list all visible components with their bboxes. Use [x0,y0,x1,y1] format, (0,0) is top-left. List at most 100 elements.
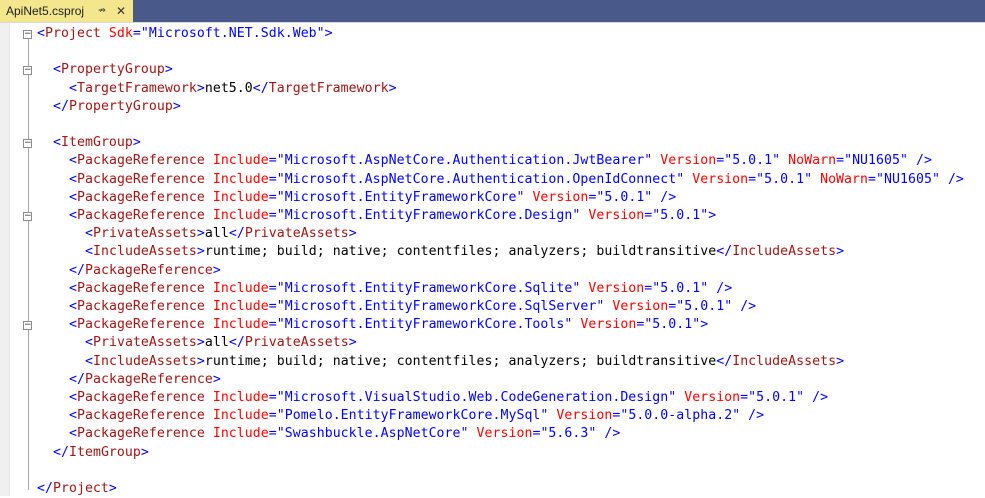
code-token-attr: Include [204,208,269,223]
code-token-attr: Version [580,280,645,296]
code-token-punc: /> [740,408,765,424]
code-token-punc: < [69,408,77,424]
code-token-val: "Microsoft.EntityFrameworkCore.Tools" [276,317,573,333]
code-token-attr: Version [468,426,533,442]
code-token-val: "5.0.1" [652,280,709,296]
code-line[interactable]: </PropertyGroup> [53,98,181,116]
code-token-punc: < [85,353,93,369]
code-editor[interactable]: − − − − − <Project Sdk="Microsoft.NET.Sdk.We… [0,22,985,498]
code-token-tag: PackageReference [77,208,205,223]
code-token-tag: IncludeAssets [732,244,837,260]
code-token-val: "Pomelo.EntityFrameworkCore.MySql" [276,408,549,424]
selection-margin [0,23,10,496]
document-tab-strip: ApiNet5.csproj ⇏ ✕ [0,0,985,22]
code-line[interactable]: <PackageReference Include="Microsoft.Ent… [69,207,716,225]
code-token-punc: > [196,244,205,260]
code-token-punc: = [716,153,725,169]
code-token-punc: > [108,481,117,496]
code-token-txt: net5.0 [204,80,253,96]
code-line[interactable]: <PackageReference Include="Microsoft.Ent… [69,316,708,334]
code-token-tag: PrivateAssets [93,335,197,351]
code-token-punc: </ [252,80,269,96]
code-token-val: "5.0.1" [596,189,653,205]
code-token-punc: /> [804,390,829,405]
code-token-val: "Microsoft.AspNetCore.Authentication.Ope… [276,171,685,187]
code-token-punc: > [196,80,205,96]
code-line[interactable]: <ItemGroup> [53,134,141,152]
code-token-punc: /> [908,153,932,169]
code-line[interactable]: <Project Sdk="Microsoft.NET.Sdk.Web"> [37,25,333,43]
code-token-punc: = [132,26,141,41]
code-token-tag: Project [45,26,101,41]
code-token-txt: all [204,335,229,351]
pin-icon[interactable]: ⇏ [96,5,108,17]
code-token-punc: /> [596,426,621,442]
code-token-txt: runtime; build; native; contentfiles; an… [204,244,717,260]
code-line[interactable]: </PackageReference> [69,262,221,280]
code-token-punc: > [196,335,205,351]
code-token-tag: TargetFramework [268,80,389,96]
collapse-icon[interactable]: − [23,212,32,221]
close-icon[interactable]: ✕ [114,4,128,18]
code-line[interactable]: <PrivateAssets>all</PrivateAssets> [85,334,357,352]
code-line[interactable]: <PackageReference Include="Swashbuckle.A… [69,425,620,443]
code-token-punc: > [132,135,141,151]
code-token-punc: /> [708,280,733,296]
code-token-attr: Sdk [100,26,133,41]
collapse-icon[interactable]: − [23,66,32,76]
code-line[interactable]: <PackageReference Include="Microsoft.Asp… [69,152,932,170]
code-token-val: "5.0.1" [756,171,813,187]
code-token-attr: Include [204,408,269,424]
code-token-tag: PackageReference [84,371,213,387]
collapse-icon[interactable]: − [23,321,32,331]
code-token-punc: = [748,171,757,187]
code-token-attr: Include [204,171,269,187]
code-line[interactable]: <IncludeAssets>runtime; build; native; c… [85,243,844,261]
collapse-icon[interactable]: − [23,139,32,149]
code-token-punc: </ [69,371,85,387]
code-token-punc: /> [652,189,677,205]
collapse-icon[interactable]: − [23,30,32,39]
code-line[interactable]: </PackageReference> [69,371,221,389]
code-token-punc: > [140,444,149,460]
code-token-attr: NoWarn [812,171,869,187]
code-token-punc: > [836,244,845,260]
code-line[interactable]: <PropertyGroup> [53,61,173,79]
code-token-val: "Microsoft.VisualStudio.Web.CodeGenerati… [276,390,677,405]
code-token-tag: Project [52,481,109,496]
code-token-punc: </ [228,335,245,351]
code-line[interactable]: <PackageReference Include="Microsoft.Asp… [69,171,964,189]
code-line[interactable]: <PackageReference Include="Microsoft.Vis… [69,389,828,407]
code-line[interactable]: <PrivateAssets>all</PrivateAssets> [85,225,357,243]
code-token-punc: > [700,317,709,333]
code-token-val: "NU1605" [844,153,908,169]
code-token-tag: IncludeAssets [93,244,197,260]
code-token-attr: Include [204,317,269,333]
code-line[interactable]: <TargetFramework>net5.0</TargetFramework… [69,80,397,98]
code-line[interactable]: <PackageReference Include="Microsoft.Ent… [69,280,732,298]
tab-apinet5-csproj[interactable]: ApiNet5.csproj ⇏ ✕ [0,0,133,22]
code-token-attr: Version [604,299,669,314]
code-line[interactable]: </Project> [37,480,117,498]
code-token-punc: > [708,208,717,223]
code-token-punc: > [324,26,333,41]
code-line[interactable]: <PackageReference Include="Pomelo.Entity… [69,407,764,425]
code-token-punc: </ [37,481,53,496]
code-token-punc: </ [716,353,733,369]
code-token-punc: = [268,189,277,205]
code-token-tag: PrivateAssets [93,226,197,242]
code-token-punc: > [196,353,205,369]
code-token-val: "5.0.1" [644,317,701,333]
code-token-val: "Microsoft.EntityFrameworkCore.Design" [276,208,581,223]
code-token-punc: </ [716,244,733,260]
code-token-tag: PackageReference [77,189,205,205]
code-line[interactable]: </ItemGroup> [53,444,149,462]
code-token-punc: < [53,62,61,78]
code-token-attr: Version [580,208,645,223]
code-token-tag: ItemGroup [68,444,141,460]
code-line[interactable]: <PackageReference Include="Microsoft.Ent… [69,189,676,207]
code-line[interactable]: <PackageReference Include="Microsoft.Ent… [69,298,756,316]
code-line[interactable]: <IncludeAssets>runtime; build; native; c… [85,353,844,371]
code-token-tag: PrivateAssets [244,226,349,242]
code-token-punc: > [196,226,205,242]
